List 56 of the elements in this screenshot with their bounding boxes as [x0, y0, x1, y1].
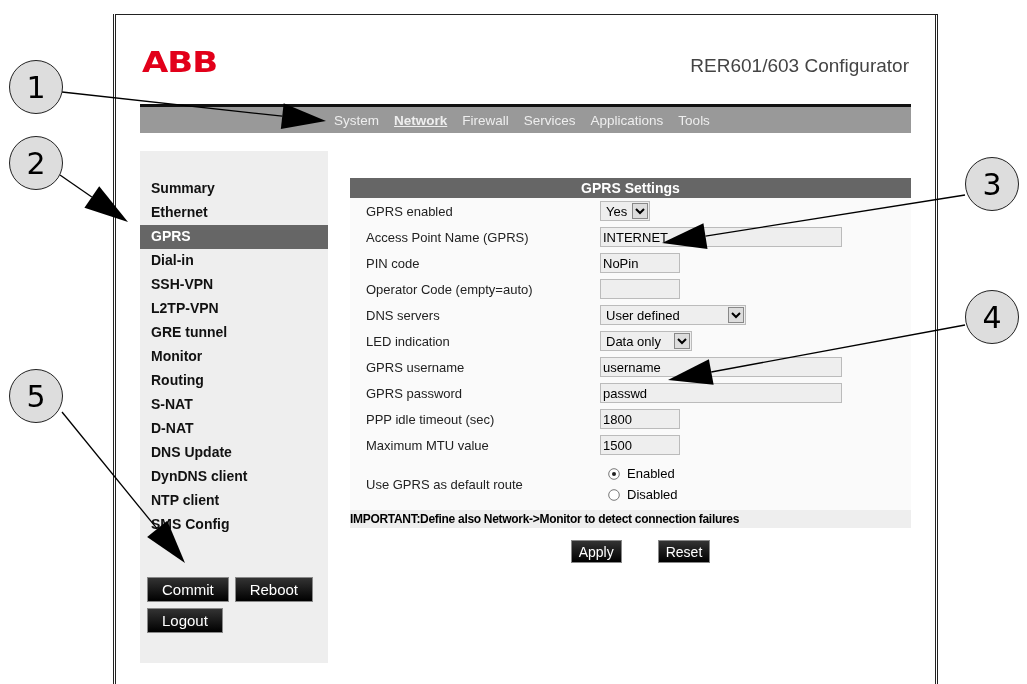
input-field[interactable]: 1500: [600, 435, 680, 455]
field-label: PPP idle timeout (sec): [365, 411, 496, 427]
caret-icon: [632, 203, 648, 219]
field-label: Use GPRS as default route: [365, 476, 524, 492]
sidebar-button[interactable]: Reboot: [234, 577, 314, 602]
form-button[interactable]: Reset: [657, 540, 711, 563]
important-note: IMPORTANT:Define also Network->Monitor to detect connection failures: [350, 510, 911, 528]
radio-button[interactable]: [608, 488, 620, 501]
sidebar-item[interactable]: GPRS: [140, 225, 328, 249]
sidebar-item[interactable]: L2TP-VPN: [140, 297, 328, 321]
input-field[interactable]: NoPin: [600, 253, 680, 273]
sidebar-button[interactable]: Logout: [147, 608, 223, 633]
sidebar-item[interactable]: Dial-in: [140, 249, 328, 273]
form-title: GPRS Settings: [350, 178, 911, 198]
dropdown[interactable]: User defined: [600, 305, 746, 325]
field-label: Operator Code (empty=auto): [365, 281, 534, 297]
field-label: DNS servers: [365, 307, 441, 323]
sidebar-item[interactable]: DynDNS client: [140, 465, 328, 489]
sidebar-item[interactable]: Summary: [140, 177, 328, 201]
callout-number: 4: [965, 290, 1019, 344]
field-label: GPRS enabled: [365, 203, 454, 219]
form-button[interactable]: Apply: [570, 540, 622, 563]
sidebar-item[interactable]: D-NAT: [140, 417, 328, 441]
caret-icon: [674, 333, 690, 349]
callout-number: 3: [965, 157, 1019, 211]
dropdown[interactable]: Data only: [600, 331, 692, 351]
radio-label: Disabled: [627, 487, 678, 502]
dropdown[interactable]: Yes: [600, 201, 650, 221]
field-label: GPRS password: [365, 385, 464, 401]
sidebar-item[interactable]: SSH-VPN: [140, 273, 328, 297]
app-title: RER601/603 Configurator: [690, 55, 909, 77]
field-label: Maximum MTU value: [365, 437, 490, 453]
callout-number: 1: [9, 60, 63, 114]
field-label: GPRS username: [365, 359, 466, 375]
sidebar-item[interactable]: GRE tunnel: [140, 321, 328, 345]
logo: ABB: [142, 47, 218, 77]
callout-arrow: [59, 174, 128, 222]
caret-icon: [728, 307, 744, 323]
input-field[interactable]: 1800: [600, 409, 680, 429]
input-field[interactable]: passwd: [600, 383, 842, 403]
callout-number: 2: [9, 136, 63, 190]
field-label: LED indication: [365, 333, 451, 349]
sidebar-button[interactable]: Commit: [147, 577, 229, 602]
sidebar-item[interactable]: Monitor: [140, 345, 328, 369]
radio-button[interactable]: [608, 467, 620, 480]
sidebar-item[interactable]: Routing: [140, 369, 328, 393]
sidebar-item[interactable]: Ethernet: [140, 201, 328, 225]
radio-label: Enabled: [627, 466, 675, 481]
field-label: PIN code: [365, 255, 421, 271]
callout-number: 5: [9, 369, 63, 423]
sidebar-item[interactable]: S-NAT: [140, 393, 328, 417]
sidebar-item[interactable]: DNS Update: [140, 441, 328, 465]
input-field[interactable]: [600, 279, 680, 299]
field-label: Access Point Name (GPRS): [365, 229, 530, 245]
input-field[interactable]: username: [600, 357, 842, 377]
sidebar-item[interactable]: NTP client: [140, 489, 328, 513]
